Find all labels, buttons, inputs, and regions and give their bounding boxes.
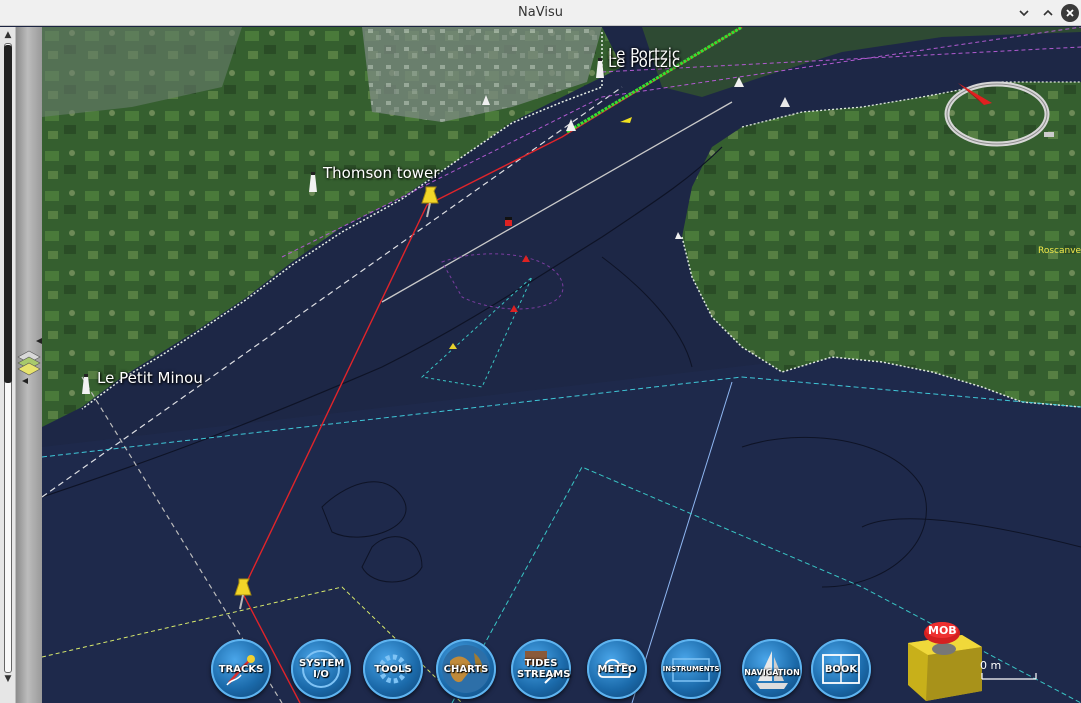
tides-streams-label: TIDES STREAMS	[517, 658, 571, 680]
layers-icon[interactable]	[16, 337, 42, 397]
place-label-thomson-tower: Thomson tower	[323, 164, 440, 182]
compass-icon[interactable]	[940, 79, 1054, 149]
window-titlebar: NaVisu	[0, 0, 1081, 26]
waypoint-pin-icon[interactable]	[416, 185, 442, 219]
close-icon[interactable]	[1061, 4, 1079, 22]
scroll-thumb[interactable]	[4, 45, 12, 383]
place-label-portzic-duplicate: Le Portzic	[608, 53, 681, 71]
tracks-button[interactable]: TRACKS	[211, 639, 271, 699]
place-label-petit-minou: Le Petit Minou	[97, 369, 203, 387]
left-scrollbar[interactable]: ▲ ▼	[0, 27, 16, 703]
system-io-button[interactable]: SYSTEM I/O	[291, 639, 351, 699]
tools-button[interactable]: TOOLS	[363, 639, 423, 699]
tides-streams-button[interactable]: TIDES STREAMS	[511, 639, 571, 699]
navigation-label: NAVIGATION	[744, 667, 800, 677]
system-io-label: SYSTEM I/O	[299, 658, 345, 680]
mob-label: MOB	[928, 624, 957, 637]
place-label-roscanvel: Roscanvel	[1038, 246, 1081, 256]
book-label: BOOK	[824, 663, 858, 675]
lighthouse-icon	[82, 374, 90, 394]
window-title: NaVisu	[518, 5, 563, 20]
book-button[interactable]: BOOK	[811, 639, 871, 699]
meteo-label: METEO	[597, 663, 637, 675]
scroll-up-icon[interactable]: ▲	[2, 29, 14, 41]
layer-panel-strip[interactable]	[16, 27, 42, 703]
tools-label: TOOLS	[374, 663, 412, 675]
instruments-label: INSTRUMENTS	[662, 664, 720, 673]
instruments-button[interactable]: INSTRUMENTS	[661, 639, 721, 699]
scroll-down-icon[interactable]: ▼	[2, 673, 14, 685]
mob-button[interactable]: MOB	[900, 621, 984, 703]
lighthouse-icon	[596, 58, 604, 78]
charts-button[interactable]: CHARTS	[436, 639, 496, 699]
meteo-button[interactable]: METEO	[587, 639, 647, 699]
waypoint-pin-icon[interactable]	[229, 577, 255, 611]
tracks-label: TRACKS	[218, 663, 264, 675]
navigation-button[interactable]: NAVIGATION	[742, 639, 802, 699]
maximize-icon[interactable]	[1038, 3, 1058, 23]
map-3d-view[interactable]: Le Portzic Le Portzic Thomson tower Le P…	[42, 27, 1081, 703]
lighthouse-icon	[309, 172, 317, 192]
minimize-icon[interactable]	[1014, 3, 1034, 23]
charts-label: CHARTS	[443, 663, 489, 675]
scale-bar: 0 m	[980, 659, 1038, 681]
